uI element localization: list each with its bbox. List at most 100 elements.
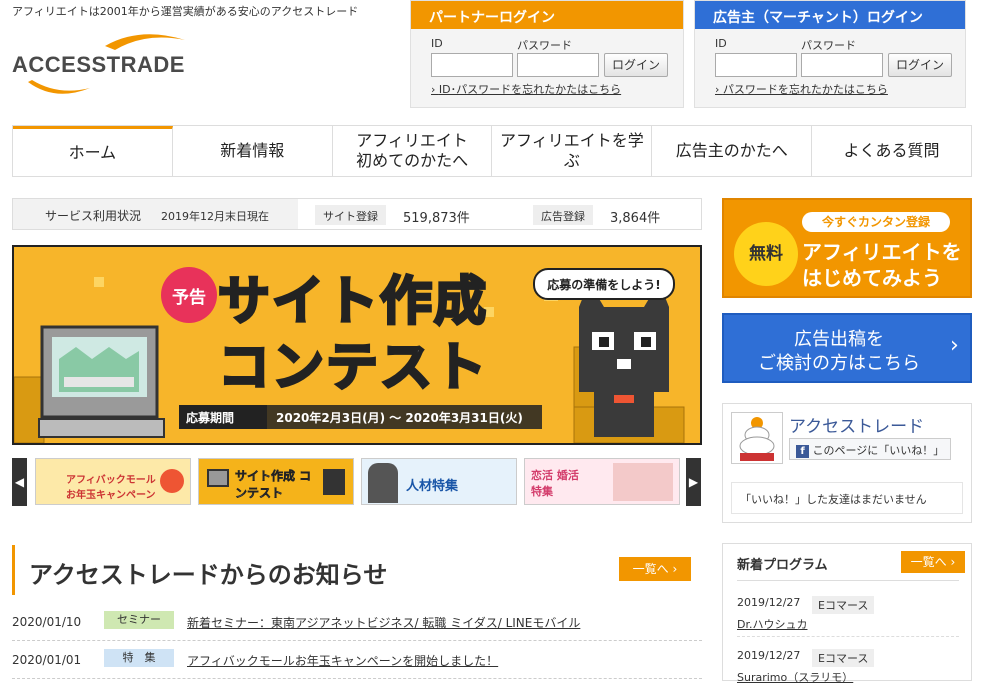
logo-wordmark: ACCESSTRADE — [12, 52, 185, 77]
red-ornament-icon — [160, 469, 184, 493]
ad-count-value: 3,864件 — [610, 211, 661, 226]
chevron-right-icon: › — [672, 562, 678, 576]
partner-login-button[interactable]: ログイン — [604, 53, 668, 77]
partner-forgot-link[interactable]: › ID･パスワードを忘れたかたはこちら — [431, 81, 621, 97]
facebook-widget: アクセストレード f このページに「いいね！」 「いいね！」した友達はまだいませ… — [722, 403, 972, 523]
news-link[interactable]: アフィバックモールお年玉キャンペーンを開始しました！ — [187, 652, 498, 669]
carousel-thumb-4[interactable]: 恋活 婚活 特集 — [524, 458, 680, 505]
partner-id-input[interactable] — [431, 53, 513, 77]
site-tagline: アフィリエイトは2001年から運営実績がある安心のアクセストレード — [12, 5, 359, 18]
merchant-forgot-link[interactable]: › パスワードを忘れたかたはこちら — [715, 81, 888, 97]
news-category: セミナー — [104, 611, 174, 629]
cat-icon — [323, 469, 345, 495]
site-count-label: サイト登録 — [315, 205, 386, 225]
carousel-prev-button[interactable]: ◀ — [12, 458, 27, 506]
chevron-right-icon: › — [715, 83, 723, 96]
cta-affiliate-line1: アフィリエイトを — [802, 240, 962, 264]
news-row[interactable]: 2020/01/01 特 集 アフィバックモールお年玉キャンペーンを開始しました… — [12, 643, 702, 679]
program-category: Eコマース — [812, 649, 875, 667]
banner-bubble-text: 応募の準備をしよう! — [547, 278, 661, 292]
programs-more-label: 一覧へ — [910, 555, 947, 569]
banner-period-label: 応募期間 — [186, 411, 235, 425]
nav-news[interactable]: 新着情報 — [173, 126, 333, 176]
cta-affiliate-line2: はじめてみよう — [802, 266, 942, 290]
page-avatar[interactable] — [731, 412, 783, 464]
fb-friends-note: 「いいね！」した友達はまだいません — [731, 482, 963, 514]
merchant-login-box: 広告主（マーチャント）ログイン ID パスワード ログイン › パスワードを忘れ… — [694, 0, 966, 108]
nav-learn-affiliate[interactable]: アフィリエイトを学ぶ — [492, 126, 653, 176]
programs-title: 新着プログラム — [737, 558, 828, 573]
banner-period: 2020年2月3日(月) 〜 2020年3月31日(火) — [276, 411, 523, 425]
service-status-title: サービス利用状況 — [45, 209, 142, 223]
couple-photo — [613, 463, 673, 501]
banner-title-2: コンテスト — [216, 337, 489, 400]
program-name-link[interactable]: Dr.ハウシュカ — [737, 616, 807, 632]
fb-like-label: このページに「いいね！」 — [812, 444, 945, 457]
cta-advertiser-line1: 広告出稿を — [794, 329, 884, 350]
carousel-thumb-1[interactable]: アフィバックモール お年玉キャンペーン — [35, 458, 191, 505]
carousel-thumb-2[interactable]: サイト作成 コンテスト — [198, 458, 354, 505]
chevron-right-icon: › — [431, 83, 439, 96]
news-date: 2020/01/10 — [12, 615, 82, 629]
thumb-text-4: 恋活 婚活 特集 — [531, 469, 579, 498]
news-section-header: アクセストレードからのお知らせ 一覧へ › — [12, 545, 702, 595]
merchant-login-title: 広告主（マーチャント）ログイン — [695, 1, 965, 29]
merchant-login-button[interactable]: ログイン — [888, 53, 952, 77]
service-status-date: 2019年12月末日現在 — [161, 210, 269, 223]
new-programs-panel: 新着プログラム 一覧へ › 2019/12/27 Eコマース Dr.ハウシュカ … — [722, 543, 972, 684]
ad-count-label: 広告登録 — [533, 205, 593, 225]
banner-carousel: アフィバックモール お年玉キャンペーン サイト作成 コンテスト 人材特集 恋活 … — [35, 458, 685, 508]
merchant-id-input[interactable] — [715, 53, 797, 77]
merchant-forgot-text: パスワードを忘れたかたはこちら — [722, 83, 888, 96]
chevron-right-icon: › — [950, 333, 959, 358]
service-status-bar: サービス利用状況 2019年12月末日現在 サイト登録 519,873件 広告登… — [12, 198, 702, 230]
merchant-password-label: パスワード — [801, 39, 856, 52]
banner-badge: 予告 — [172, 288, 206, 308]
merchant-id-label: ID — [715, 37, 727, 50]
facebook-icon: f — [796, 445, 809, 458]
hero-banner[interactable]: 予告 サイト作成 コンテスト 応募の準備をしよう! 応募期間 2020年2月3日… — [12, 245, 702, 445]
news-date: 2020/01/01 — [12, 653, 82, 667]
partner-password-label: パスワード — [517, 39, 572, 52]
partner-login-title: パートナーログイン — [411, 1, 683, 29]
partner-password-input[interactable] — [517, 53, 599, 77]
chevron-right-icon: ▶ — [688, 475, 699, 489]
carousel-thumb-3[interactable]: 人材特集 — [361, 458, 517, 505]
nav-affiliate-beginners[interactable]: アフィリエイト 初めてのかたへ — [333, 126, 493, 176]
chevron-right-icon: › — [950, 555, 956, 569]
main-nav: ホーム 新着情報 アフィリエイト 初めてのかたへ アフィリエイトを学ぶ 広告主の… — [12, 125, 972, 177]
news-more-button[interactable]: 一覧へ › — [619, 557, 691, 581]
nav-home[interactable]: ホーム — [13, 126, 173, 176]
thumb-text-1: アフィバックモール お年玉キャンペーン — [66, 475, 156, 501]
program-date: 2019/12/27 — [737, 596, 801, 609]
site-count-value: 519,873件 — [403, 211, 470, 226]
computer-illustration — [38, 325, 165, 438]
quick-register-pill: 今すぐカンタン登録 — [802, 212, 950, 232]
programs-more-button[interactable]: 一覧へ › — [901, 551, 965, 573]
program-category: Eコマース — [812, 596, 875, 614]
start-affiliate-cta[interactable]: 無料 今すぐカンタン登録 アフィリエイトを はじめてみよう — [722, 198, 972, 298]
partner-login-box: パートナーログイン ID パスワード ログイン › ID･パスワードを忘れたかた… — [410, 0, 684, 108]
computer-icon — [207, 469, 229, 487]
partner-id-label: ID — [431, 37, 443, 50]
news-category: 特 集 — [104, 649, 174, 667]
thumb-text-3: 人材特集 — [406, 479, 459, 494]
banner-title-1: サイト作成 — [216, 271, 489, 334]
partner-forgot-text: ID･パスワードを忘れたかたはこちら — [438, 83, 622, 96]
program-item[interactable]: 2019/12/27 Eコマース Surarimo（スラリモ） — [737, 649, 959, 684]
news-title: アクセストレードからのお知らせ — [29, 561, 388, 589]
merchant-password-input[interactable] — [801, 53, 883, 77]
news-link[interactable]: 新着セミナー：東南アジアネットビジネス/ 転職 ミイダス/ LINEモバイル — [187, 614, 580, 631]
nav-faq[interactable]: よくある質問 — [812, 126, 971, 176]
cta-advertiser-line2: ご検討の方はこちら — [758, 353, 920, 374]
news-row[interactable]: 2020/01/10 セミナー 新着セミナー：東南アジアネットビジネス/ 転職 … — [12, 605, 702, 641]
thumb-text-2: サイト作成 コンテスト — [235, 469, 312, 501]
fb-page-name[interactable]: アクセストレード — [789, 412, 924, 437]
kagamimochi-icon — [739, 417, 775, 461]
program-item[interactable]: 2019/12/27 Eコマース Dr.ハウシュカ — [737, 596, 959, 631]
nav-advertisers[interactable]: 広告主のかたへ — [652, 126, 813, 176]
program-name-link[interactable]: Surarimo（スラリモ） — [737, 669, 853, 685]
advertiser-cta[interactable]: 広告出稿を ご検討の方はこちら › — [722, 313, 972, 383]
fb-like-button[interactable]: f このページに「いいね！」 — [789, 438, 952, 460]
carousel-next-button[interactable]: ▶ — [686, 458, 701, 506]
